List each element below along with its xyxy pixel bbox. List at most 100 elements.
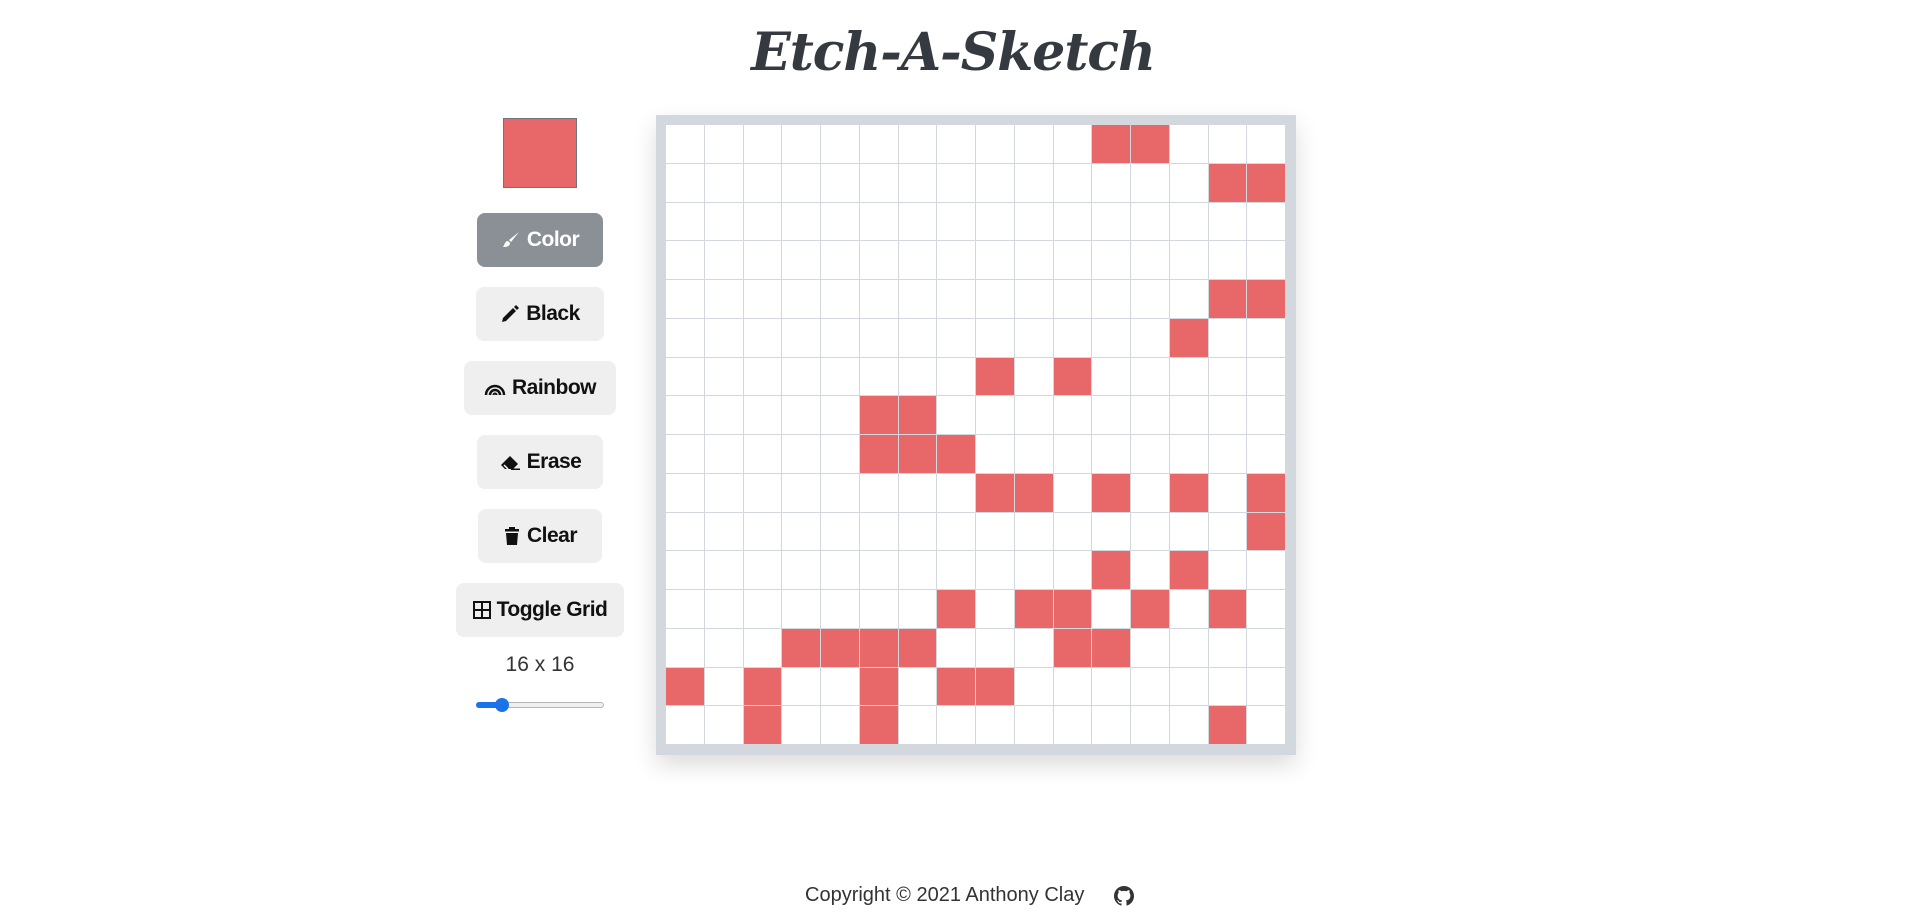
grid-cell[interactable] [782, 551, 821, 590]
grid-cell[interactable] [821, 280, 860, 319]
grid-cell[interactable] [1208, 706, 1248, 745]
grid-cell[interactable] [704, 590, 744, 629]
grid-cell[interactable] [937, 473, 976, 513]
grid-size-slider[interactable] [476, 695, 604, 715]
grid-cell[interactable] [1131, 241, 1170, 280]
grid-cell[interactable] [1169, 435, 1209, 474]
grid-cell[interactable] [937, 202, 976, 242]
grid-cell[interactable] [743, 318, 783, 358]
grid-cell[interactable] [1131, 512, 1170, 552]
grid-cell[interactable] [1092, 125, 1131, 164]
grid-cell[interactable] [976, 241, 1015, 280]
slider-thumb[interactable] [495, 698, 510, 712]
grid-cell[interactable] [821, 590, 860, 629]
grid-cell[interactable] [1169, 551, 1209, 590]
grid-cell[interactable] [976, 473, 1015, 513]
grid-cell[interactable] [782, 512, 821, 552]
color-button[interactable]: Color [477, 213, 603, 267]
grid-cell[interactable] [1053, 163, 1093, 203]
grid-cell[interactable] [743, 435, 783, 474]
grid-cell[interactable] [1053, 473, 1093, 513]
clear-button[interactable]: Clear [478, 509, 602, 563]
grid-cell[interactable] [1014, 163, 1054, 203]
grid-cell[interactable] [1014, 396, 1054, 435]
grid-cell[interactable] [976, 125, 1015, 164]
grid-cell[interactable] [859, 357, 899, 397]
grid-cell[interactable] [937, 551, 976, 590]
grid-cell[interactable] [1053, 396, 1093, 435]
grid-cell[interactable] [1247, 628, 1286, 668]
grid-cell[interactable] [743, 667, 783, 707]
grid-cell[interactable] [937, 512, 976, 552]
grid-cell[interactable] [782, 667, 821, 707]
grid-cell[interactable] [859, 590, 899, 629]
grid-cell[interactable] [1208, 590, 1248, 629]
grid-cell[interactable] [1247, 396, 1286, 435]
grid-cell[interactable] [1131, 280, 1170, 319]
grid-cell[interactable] [859, 202, 899, 242]
grid-cell[interactable] [1131, 318, 1170, 358]
grid-cell[interactable] [1014, 590, 1054, 629]
grid-cell[interactable] [704, 318, 744, 358]
grid-cell[interactable] [782, 396, 821, 435]
grid-cell[interactable] [898, 202, 938, 242]
grid-cell[interactable] [1169, 241, 1209, 280]
grid-cell[interactable] [1053, 706, 1093, 745]
grid-cell[interactable] [666, 590, 705, 629]
grid-cell[interactable] [704, 706, 744, 745]
grid-cell[interactable] [782, 628, 821, 668]
grid-cell[interactable] [1092, 628, 1131, 668]
grid-cell[interactable] [1053, 551, 1093, 590]
grid-cell[interactable] [976, 551, 1015, 590]
grid-cell[interactable] [1247, 357, 1286, 397]
grid-cell[interactable] [1247, 512, 1286, 552]
grid-cell[interactable] [1208, 163, 1248, 203]
grid-cell[interactable] [976, 590, 1015, 629]
grid-cell[interactable] [1208, 357, 1248, 397]
grid-cell[interactable] [1092, 318, 1131, 358]
grid-cell[interactable] [1092, 396, 1131, 435]
grid-cell[interactable] [821, 125, 860, 164]
grid-cell[interactable] [704, 551, 744, 590]
grid-cell[interactable] [898, 163, 938, 203]
grid-cell[interactable] [976, 435, 1015, 474]
grid-cell[interactable] [743, 512, 783, 552]
grid-cell[interactable] [1208, 435, 1248, 474]
grid-cell[interactable] [898, 512, 938, 552]
grid-cell[interactable] [704, 667, 744, 707]
sketch-grid[interactable] [666, 125, 1286, 745]
grid-cell[interactable] [1208, 667, 1248, 707]
grid-cell[interactable] [666, 628, 705, 668]
grid-cell[interactable] [937, 667, 976, 707]
grid-cell[interactable] [1014, 628, 1054, 668]
grid-cell[interactable] [1092, 357, 1131, 397]
grid-cell[interactable] [898, 473, 938, 513]
grid-cell[interactable] [704, 435, 744, 474]
grid-cell[interactable] [1131, 706, 1170, 745]
grid-cell[interactable] [859, 163, 899, 203]
grid-cell[interactable] [1014, 318, 1054, 358]
grid-cell[interactable] [1169, 590, 1209, 629]
grid-cell[interactable] [937, 628, 976, 668]
grid-cell[interactable] [1169, 706, 1209, 745]
grid-cell[interactable] [1014, 435, 1054, 474]
grid-cell[interactable] [859, 396, 899, 435]
grid-cell[interactable] [976, 202, 1015, 242]
grid-cell[interactable] [1131, 357, 1170, 397]
grid-cell[interactable] [1053, 202, 1093, 242]
grid-cell[interactable] [782, 706, 821, 745]
grid-cell[interactable] [1014, 241, 1054, 280]
grid-cell[interactable] [859, 241, 899, 280]
grid-cell[interactable] [1247, 435, 1286, 474]
grid-cell[interactable] [1092, 280, 1131, 319]
grid-cell[interactable] [704, 396, 744, 435]
grid-cell[interactable] [743, 241, 783, 280]
grid-cell[interactable] [704, 241, 744, 280]
grid-cell[interactable] [1014, 667, 1054, 707]
grid-cell[interactable] [743, 163, 783, 203]
grid-cell[interactable] [1208, 202, 1248, 242]
grid-cell[interactable] [821, 318, 860, 358]
color-picker-swatch[interactable] [503, 118, 577, 188]
grid-cell[interactable] [666, 357, 705, 397]
grid-cell[interactable] [1208, 241, 1248, 280]
